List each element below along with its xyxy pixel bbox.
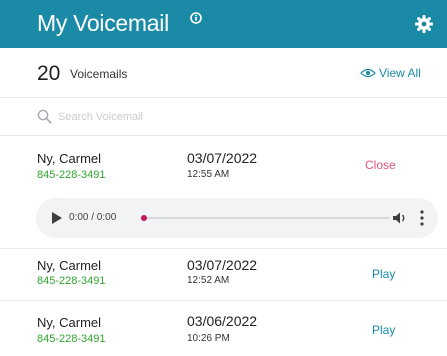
search-icon <box>37 109 52 124</box>
audio-progress-thumb[interactable] <box>141 215 147 221</box>
audio-player: 0:00 / 0:00 <box>36 198 438 238</box>
volume-icon[interactable] <box>392 211 408 225</box>
audio-time-display: 0:00 / 0:00 <box>69 212 117 223</box>
play-icon[interactable] <box>52 212 62 224</box>
voicemail-date: 03/07/2022 <box>187 150 258 166</box>
view-all-link[interactable]: View All <box>360 66 421 80</box>
caller-phone: 845-228-3491 <box>37 169 106 181</box>
voicemail-row[interactable]: Ny, Carmel 845-228-3491 03/07/2022 12:55… <box>0 136 447 195</box>
voicemail-row[interactable]: Ny, Carmel 845-228-3491 03/06/2022 10:26… <box>0 300 447 356</box>
widget-title: My Voicemail <box>37 10 169 36</box>
voicemail-time: 12:55 AM <box>187 169 230 180</box>
caller-phone: 845-228-3491 <box>37 275 106 287</box>
voicemail-row[interactable]: Ny, Carmel 845-228-3491 03/07/2022 12:52… <box>0 248 447 300</box>
caller-phone: 845-228-3491 <box>37 333 106 345</box>
close-button[interactable]: Close <box>365 158 396 172</box>
play-button[interactable]: Play <box>372 267 395 281</box>
caller-name: Ny, Carmel <box>37 258 102 273</box>
voicemail-date: 03/06/2022 <box>187 313 258 329</box>
search-input[interactable] <box>58 107 418 127</box>
eye-icon <box>360 68 376 78</box>
search-bar <box>0 98 447 136</box>
gear-icon[interactable] <box>414 14 434 34</box>
voicemail-count: 20 <box>37 62 61 85</box>
voicemail-widget: My Voicemail 20 Voicemails View All Sear… <box>0 0 447 356</box>
view-all-label: View All <box>379 66 421 80</box>
info-icon[interactable] <box>190 12 202 24</box>
voicemail-count-label: Voicemails <box>70 67 128 81</box>
caller-name: Ny, Carmel <box>37 315 102 330</box>
voicemail-header: My Voicemail <box>0 0 447 48</box>
audio-progress-track[interactable] <box>140 217 390 219</box>
play-button[interactable]: Play <box>372 323 395 337</box>
caller-name: Ny, Carmel <box>37 151 102 166</box>
more-vertical-icon[interactable] <box>420 210 424 226</box>
voicemail-summary: 20 Voicemails View All <box>0 48 447 98</box>
voicemail-time: 10:26 PM <box>187 333 230 344</box>
voicemail-date: 03/07/2022 <box>187 257 258 273</box>
voicemail-time: 12:52 AM <box>187 275 230 286</box>
